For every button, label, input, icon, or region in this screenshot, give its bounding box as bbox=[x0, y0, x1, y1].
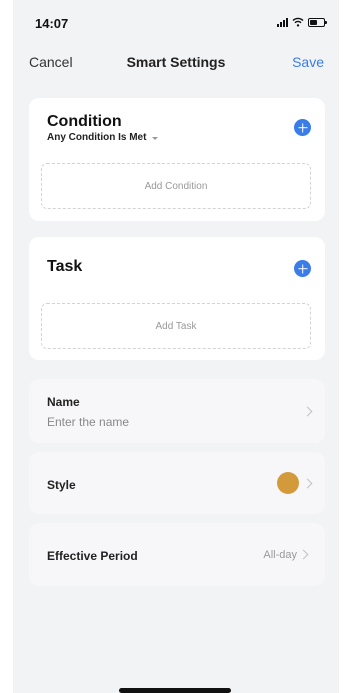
task-card: Task Add Task bbox=[29, 237, 325, 360]
condition-card: Condition Any Condition Is Met Add Condi… bbox=[29, 98, 325, 221]
status-time: 14:07 bbox=[35, 16, 69, 31]
effective-period-value: All-day bbox=[263, 549, 297, 561]
page-title: Smart Settings bbox=[126, 54, 226, 70]
chevron-right-icon bbox=[298, 549, 309, 560]
add-condition-label: Add Condition bbox=[144, 180, 208, 192]
style-row[interactable]: Style bbox=[29, 452, 325, 514]
status-bar: 14:07 bbox=[13, 0, 339, 44]
task-title: Task bbox=[47, 258, 83, 275]
wifi-icon bbox=[292, 17, 304, 27]
condition-match-mode-selector[interactable]: Any Condition Is Met bbox=[47, 132, 159, 143]
effective-period-row[interactable]: Effective Period All-day bbox=[29, 523, 325, 586]
save-button[interactable]: Save bbox=[292, 54, 324, 70]
add-condition-plus-icon[interactable] bbox=[294, 119, 311, 136]
signal-icon bbox=[277, 17, 288, 27]
add-condition-button[interactable]: Add Condition bbox=[41, 163, 311, 209]
effective-period-label: Effective Period bbox=[47, 549, 138, 563]
battery-icon bbox=[308, 17, 327, 27]
name-input[interactable]: Enter the name bbox=[47, 415, 129, 429]
style-color-swatch bbox=[277, 472, 299, 494]
chevron-right-icon bbox=[302, 478, 313, 489]
name-row[interactable]: Name Enter the name bbox=[29, 379, 325, 443]
home-indicator bbox=[119, 688, 231, 693]
nav-bar: Cancel Smart Settings Save bbox=[13, 44, 339, 78]
caret-down-icon bbox=[152, 136, 159, 140]
name-label: Name bbox=[47, 395, 80, 409]
add-task-button[interactable]: Add Task bbox=[41, 303, 311, 349]
phone-screen: 14:07 Cancel Smart Settings Save Conditi… bbox=[13, 0, 339, 693]
condition-title: Condition bbox=[47, 113, 122, 130]
style-label: Style bbox=[47, 478, 76, 492]
condition-match-mode: Any Condition Is Met bbox=[47, 132, 147, 143]
add-task-label: Add Task bbox=[155, 320, 197, 332]
status-icons bbox=[277, 17, 327, 27]
add-task-plus-icon[interactable] bbox=[294, 260, 311, 277]
chevron-right-icon bbox=[302, 406, 313, 417]
